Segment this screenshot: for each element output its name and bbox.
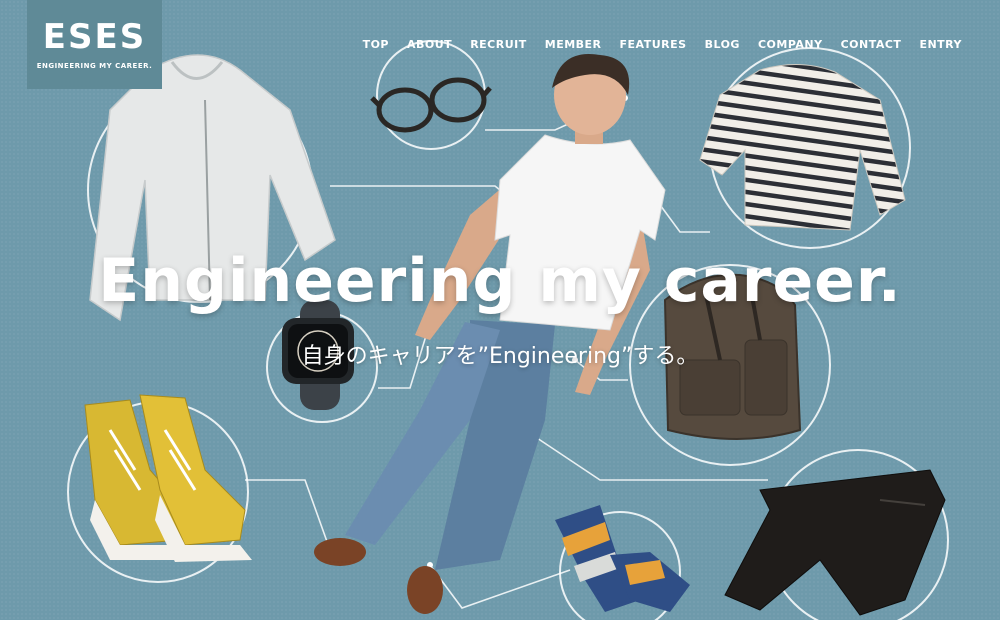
main-nav: TOP ABOUT RECRUIT MEMBER FEATURES BLOG C… (363, 38, 962, 51)
nav-top[interactable]: TOP (363, 38, 389, 51)
glasses-icon (370, 77, 492, 133)
sneakers-icon (84, 394, 252, 562)
nav-recruit[interactable]: RECRUIT (470, 38, 527, 51)
hero-headline: Engineering my career. (98, 246, 902, 316)
nav-about[interactable]: ABOUT (407, 38, 452, 51)
nav-contact[interactable]: CONTACT (841, 38, 902, 51)
nav-company[interactable]: COMPANY (758, 38, 823, 51)
nav-entry[interactable]: ENTRY (919, 38, 962, 51)
nav-blog[interactable]: BLOG (705, 38, 740, 51)
logo-wordmark: ESES (42, 16, 147, 57)
sweater-icon (699, 63, 906, 231)
pants-icon (724, 469, 946, 616)
nav-features[interactable]: FEATURES (620, 38, 687, 51)
nav-member[interactable]: MEMBER (545, 38, 602, 51)
logo-tagline: ENGINEERING MY CAREER. (36, 61, 153, 70)
hero-section: ESES ENGINEERING MY CAREER. TOP ABOUT RE… (0, 0, 1000, 620)
socks-icon (555, 505, 690, 612)
hero-subline: 自身のキャリアを”Engineering”する。 (301, 344, 699, 369)
site-logo[interactable]: ESES ENGINEERING MY CAREER. (27, 0, 162, 89)
